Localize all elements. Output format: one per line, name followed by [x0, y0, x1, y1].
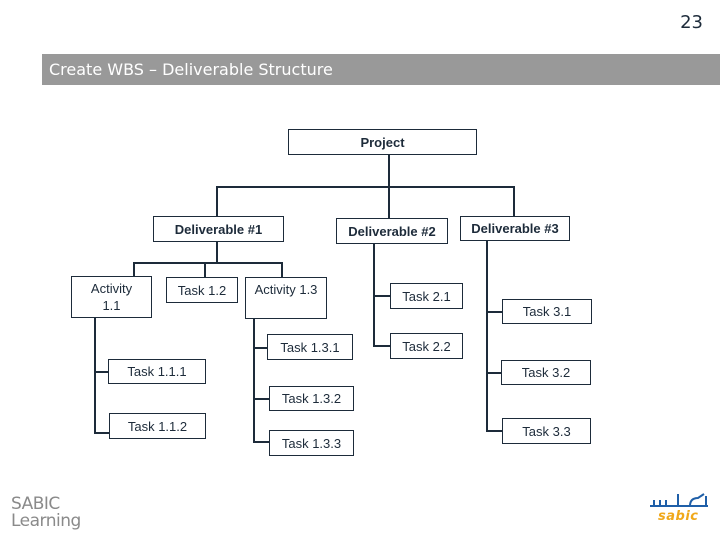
page-number: 23 [680, 12, 703, 33]
connector [94, 371, 108, 373]
connector [373, 345, 390, 347]
wbs-node-activity-1-3: Activity 1.3 [245, 277, 327, 319]
connector [133, 262, 282, 264]
connector [204, 262, 206, 277]
sabic-wordmark: sabic [658, 509, 699, 524]
wbs-node-task-2-2: Task 2.2 [390, 333, 463, 359]
connector [253, 347, 267, 349]
connector [486, 240, 488, 431]
connector [94, 432, 109, 434]
connector [94, 317, 96, 433]
wbs-node-task-1-1-2: Task 1.1.2 [109, 413, 206, 439]
wbs-node-task-1-2: Task 1.2 [166, 277, 238, 303]
wbs-node-task-3-1: Task 3.1 [502, 299, 592, 324]
sabic-arabic-wordmark-icon [650, 493, 708, 507]
connector [216, 186, 514, 188]
wbs-node-task-3-3: Task 3.3 [502, 418, 591, 444]
wbs-node-task-1-3-3: Task 1.3.3 [269, 430, 354, 456]
connector [388, 186, 390, 218]
connector [486, 311, 502, 313]
connector [486, 430, 502, 432]
connector [133, 262, 135, 276]
connector [513, 186, 515, 216]
sabic-logo: sabic [648, 490, 712, 530]
wbs-node-task-2-1: Task 2.1 [390, 283, 463, 309]
wbs-node-task-1-3-1: Task 1.3.1 [267, 334, 353, 360]
wbs-node-activity-1-1: Activity 1.1 [71, 276, 152, 318]
connector [216, 186, 218, 216]
connector [281, 262, 283, 277]
title-bar: Create WBS – Deliverable Structure [42, 54, 720, 85]
slide-title: Create WBS – Deliverable Structure [49, 60, 333, 79]
connector [373, 295, 390, 297]
connector [388, 154, 390, 186]
wbs-node-project: Project [288, 129, 477, 155]
node-label: Activity 1.1 [90, 281, 133, 313]
connector [253, 398, 269, 400]
wbs-node-task-1-3-2: Task 1.3.2 [269, 386, 354, 411]
sabic-learning-logo: SABIC Learning [11, 496, 81, 530]
wbs-node-deliverable-3: Deliverable #3 [460, 216, 570, 241]
connector [486, 372, 501, 374]
wbs-node-task-3-2: Task 3.2 [501, 360, 591, 385]
logo-line-2: Learning [11, 511, 81, 531]
wbs-node-deliverable-2: Deliverable #2 [336, 218, 448, 244]
connector [253, 441, 269, 443]
connector [253, 318, 255, 442]
wbs-node-task-1-1-1: Task 1.1.1 [108, 359, 206, 384]
wbs-node-deliverable-1: Deliverable #1 [153, 216, 284, 242]
connector [216, 241, 218, 262]
